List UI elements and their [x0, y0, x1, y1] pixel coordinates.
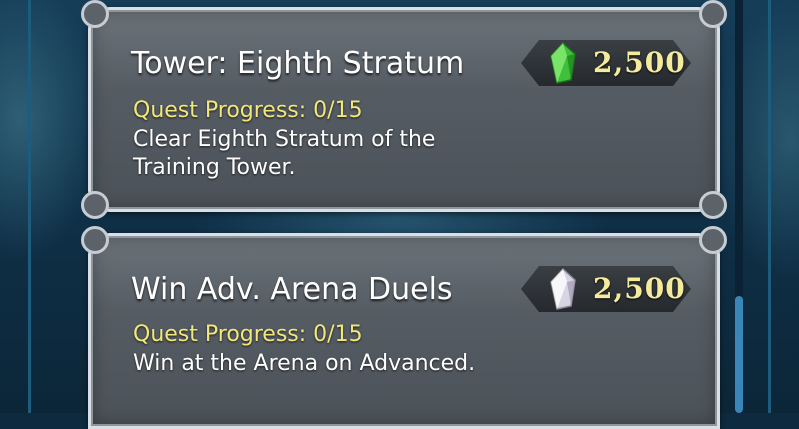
card-corner-ornament: [81, 0, 109, 28]
quest-card-arena[interactable]: Win Adv. Arena Duels Quest Progress: 0/1…: [81, 226, 727, 429]
quest-description: Win at the Arena on Advanced.: [133, 351, 476, 376]
card-corner-ornament: [699, 0, 727, 28]
reward-amount: 2,500: [593, 46, 686, 79]
quest-card-tower[interactable]: Tower: Eighth Stratum Quest Progress: 0/…: [81, 0, 727, 219]
reward-amount: 2,500: [593, 272, 686, 305]
reward-badge: 2,500: [521, 40, 691, 86]
quest-title: Tower: Eighth Stratum: [131, 46, 465, 81]
frame-left-line: [28, 0, 31, 413]
frame-right-line: [768, 0, 771, 413]
card-corner-ornament: [699, 191, 727, 219]
card-corner-ornament: [699, 226, 727, 254]
card-corner-ornament: [81, 191, 109, 219]
quest-description: Clear Eighth Stratum of the Training Tow…: [133, 127, 436, 180]
quest-title: Win Adv. Arena Duels: [131, 272, 453, 307]
quest-progress: Quest Progress: 0/15: [133, 98, 363, 123]
green-crystal-icon: [550, 41, 576, 84]
card-corner-ornament: [81, 226, 109, 254]
scrollbar-thumb[interactable]: [735, 296, 743, 413]
quest-progress: Quest Progress: 0/15: [133, 322, 363, 347]
white-crystal-icon: [550, 267, 576, 310]
reward-badge: 2,500: [521, 266, 691, 312]
